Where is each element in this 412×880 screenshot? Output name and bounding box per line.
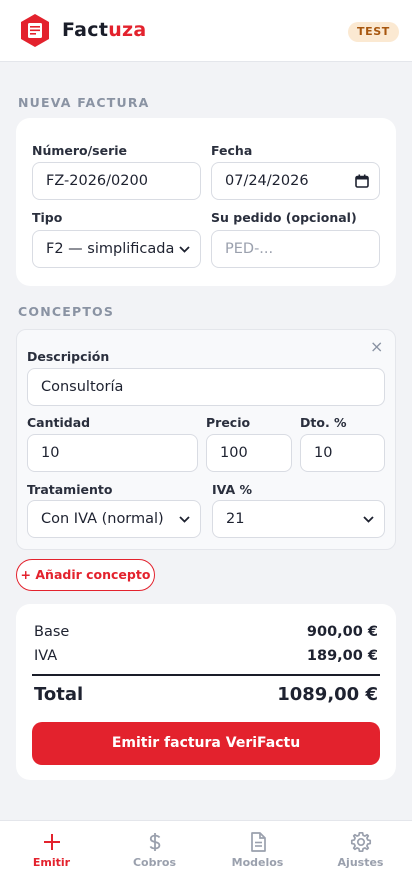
iva-label: IVA % xyxy=(212,482,253,497)
plus-icon xyxy=(44,834,60,850)
document-icon xyxy=(251,832,266,852)
descripcion-input[interactable]: Consultoría xyxy=(27,368,385,406)
tipo-select[interactable]: F2 — simplificada xyxy=(32,230,201,268)
cantidad-label: Cantidad xyxy=(27,415,91,430)
base-value: 900,00 € xyxy=(306,624,378,640)
dto-input[interactable]: 10 xyxy=(300,434,385,472)
tab-modelos[interactable]: Modelos xyxy=(206,821,309,880)
tab-emitir[interactable]: Emitir xyxy=(0,821,103,880)
numero-label: Número/serie xyxy=(32,143,128,158)
tab-ajustes[interactable]: Ajustes xyxy=(309,821,412,880)
chevron-down-icon xyxy=(363,501,374,537)
fecha-value: 07/24/2026 xyxy=(225,173,309,189)
iva-summary-label: IVA xyxy=(34,648,58,664)
fecha-label: Fecha xyxy=(211,143,253,158)
total-label: Total xyxy=(34,684,84,705)
base-label: Base xyxy=(34,624,70,640)
iva-select[interactable]: 21 xyxy=(212,500,385,538)
tab-label: Ajustes xyxy=(337,856,384,869)
fecha-input[interactable]: 07/24/2026 xyxy=(211,162,380,200)
app-brand: Factuza xyxy=(62,19,147,41)
tab-label: Emitir xyxy=(32,856,71,869)
brand-part1: Fact xyxy=(62,19,109,41)
precio-input[interactable]: 100 xyxy=(206,434,292,472)
iva-summary-value: 189,00 € xyxy=(306,648,378,664)
iva-value: 21 xyxy=(226,511,245,527)
total-divider xyxy=(32,674,380,676)
remove-concept-icon[interactable]: × xyxy=(370,339,383,355)
tab-label: Cobros xyxy=(132,856,177,869)
precio-label: Precio xyxy=(206,415,251,430)
concept-card: × Descripción Consultoría Cantidad 10 Pr… xyxy=(16,329,396,550)
descripcion-label: Descripción xyxy=(27,349,110,364)
chevron-down-icon xyxy=(179,231,190,267)
section-title-invoice: NUEVA FACTURA xyxy=(18,95,150,110)
tipo-label: Tipo xyxy=(32,210,63,225)
logo-icon xyxy=(21,14,49,47)
gear-icon xyxy=(350,831,372,853)
pedido-label: Su pedido (opcional) xyxy=(211,210,357,225)
dollar-icon xyxy=(149,833,161,851)
bottom-tab-bar: Emitir Cobros Modelos Ajustes xyxy=(0,820,412,880)
tab-cobros[interactable]: Cobros xyxy=(103,821,206,880)
dto-label: Dto. % xyxy=(300,415,347,430)
pedido-input[interactable]: PED-... xyxy=(211,230,380,268)
emit-invoice-button[interactable]: Emitir factura VeriFactu xyxy=(32,722,380,765)
invoice-card: Número/serie FZ-2026/0200 Fecha 07/24/20… xyxy=(16,118,396,286)
tratamiento-label: Tratamiento xyxy=(27,482,113,497)
add-concept-button[interactable]: + Añadir concepto xyxy=(16,559,155,591)
tratamiento-select[interactable]: Con IVA (normal) xyxy=(27,500,201,538)
chevron-down-icon xyxy=(179,501,190,537)
section-title-concepts: CONCEPTOS xyxy=(18,304,115,319)
numero-input[interactable]: FZ-2026/0200 xyxy=(32,162,201,200)
calendar-icon[interactable] xyxy=(355,163,369,199)
app-header: Factuza TEST xyxy=(0,0,412,62)
env-badge: TEST xyxy=(348,22,399,42)
total-value: 1089,00 € xyxy=(277,684,378,705)
tab-label: Modelos xyxy=(231,856,284,869)
cantidad-input[interactable]: 10 xyxy=(27,434,198,472)
tipo-value: F2 — simplificada xyxy=(46,241,175,257)
brand-part2: uza xyxy=(108,19,147,41)
tratamiento-value: Con IVA (normal) xyxy=(41,511,164,527)
